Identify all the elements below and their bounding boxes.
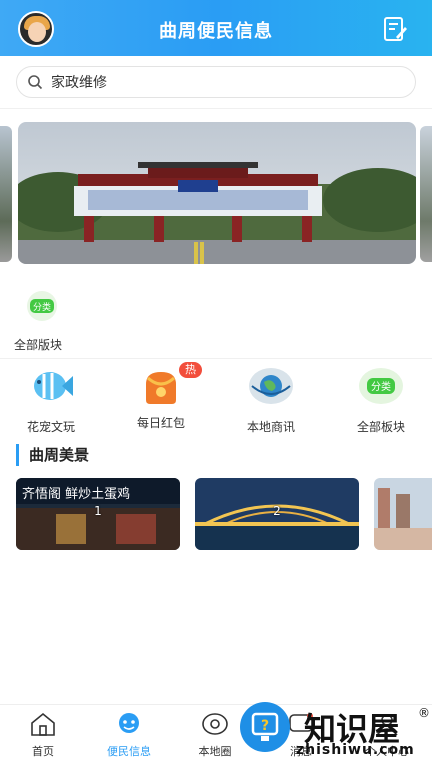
svg-text:?: ? (261, 718, 269, 734)
divider (0, 108, 432, 109)
scenery-thumb-3[interactable] (374, 478, 432, 550)
search-bar[interactable] (16, 66, 416, 98)
scenery-thumb-1[interactable]: 齐悟阁 鲜炒土蛋鸡 1 (16, 478, 180, 550)
tab-label: 首页 (32, 745, 54, 758)
home-icon (31, 712, 55, 736)
svg-text:分类: 分类 (371, 380, 391, 393)
banner-next-peek[interactable] (420, 126, 432, 262)
thumb-index: 2 (273, 504, 281, 518)
svg-text:分类: 分类 (33, 301, 51, 313)
svg-text:齐悟阁 鲜炒土蛋鸡: 齐悟阁 鲜炒土蛋鸡 (22, 486, 130, 502)
edit-note-icon[interactable] (382, 16, 408, 42)
eye-circle-icon (202, 713, 228, 735)
category-icon: 分类 (359, 368, 403, 404)
grid-item-label: 每日红包 (136, 416, 185, 430)
grid-item-local-news[interactable]: 本地商讯 (226, 366, 316, 435)
page-title: 曲周便民信息 (159, 21, 273, 42)
watermark-logo: ? (240, 702, 290, 752)
grid-item-red-packet[interactable]: 热 每日红包 (116, 362, 206, 431)
service-icon (119, 713, 139, 733)
grid-item-pets[interactable]: 花宠文玩 (6, 366, 96, 435)
globe-icon (249, 368, 293, 404)
thumb-index: 1 (94, 504, 102, 518)
search-input[interactable] (51, 67, 401, 97)
grid-item-label: 全部板块 (356, 420, 405, 434)
tab-home[interactable]: 首页 (0, 711, 86, 759)
search-icon (28, 75, 43, 90)
red-packet-icon (146, 372, 176, 404)
category-badge-icon: 分类 (27, 291, 57, 321)
banner-prev-peek[interactable] (0, 126, 12, 262)
grid-item-label: 花宠文玩 (26, 420, 75, 434)
banner-image[interactable] (18, 122, 416, 264)
tab-services[interactable]: 便民信息 (86, 711, 172, 759)
fish-icon (34, 372, 73, 400)
watermark-url: zhishiwu.com (296, 742, 415, 758)
grid-item-label: 本地商讯 (246, 420, 295, 434)
watermark-reg: ® (418, 706, 430, 720)
hot-badge: 热 (179, 362, 202, 378)
tab-label: 便民信息 (107, 745, 151, 758)
quick-entry-grid: 花宠文玩 热 每日红包 本地商讯 分类 全部板块 (0, 362, 432, 435)
divider (0, 358, 432, 359)
all-sections-label: 全部版块 (14, 338, 63, 352)
scenery-thumb-2[interactable]: 2 (195, 478, 359, 550)
all-sections-entry[interactable]: 分类 全部版块 (14, 290, 74, 353)
red-packet-wrap: 热 (138, 362, 202, 406)
top-header: 曲周便民信息 (0, 0, 432, 56)
grid-item-all-sections[interactable]: 分类 全部板块 (336, 366, 426, 435)
section-title: 曲周美景 (16, 444, 89, 466)
